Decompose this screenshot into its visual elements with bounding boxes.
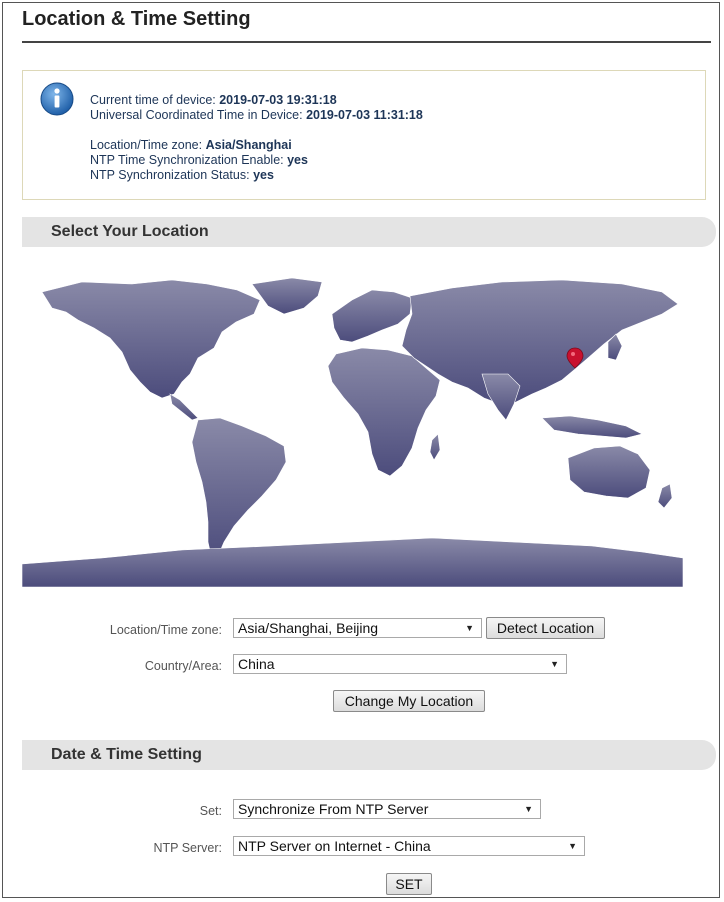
current-time-value: 2019-07-03 19:31:18 [219, 93, 337, 107]
indonesia [541, 415, 643, 439]
title-divider [22, 41, 711, 43]
chevron-down-icon: ▼ [568, 841, 577, 851]
timezone-select-value: Asia/Shanghai, Beijing [238, 620, 379, 636]
datetime-section-header: Date & Time Setting [22, 740, 716, 770]
chevron-down-icon: ▼ [550, 659, 559, 669]
utc-time-value: 2019-07-03 11:31:18 [306, 108, 423, 122]
antarctica [22, 537, 683, 587]
set-mode-select[interactable]: Synchronize From NTP Server ▼ [233, 799, 541, 819]
madagascar [429, 433, 441, 461]
ntp-status-value: yes [253, 168, 274, 182]
south-america [191, 417, 287, 561]
new-zealand [657, 483, 673, 509]
greenland [251, 277, 323, 315]
africa [327, 347, 441, 477]
timezone-value: Asia/Shanghai [205, 138, 292, 152]
ntp-enable-label: NTP Time Synchronization Enable: [90, 153, 284, 167]
ntp-server-select[interactable]: NTP Server on Internet - China ▼ [233, 836, 585, 856]
datetime-section-title: Date & Time Setting [51, 746, 202, 763]
timezone-select-label: Location/Time zone: [109, 623, 222, 637]
north-america [41, 279, 261, 399]
ntp-server-label: NTP Server: [153, 841, 222, 855]
ntp-enable-row: NTP Time Synchronization Enable: yes [90, 153, 423, 168]
ntp-status-row: NTP Synchronization Status: yes [90, 168, 423, 183]
utc-time-label: Universal Coordinated Time in Device: [90, 108, 303, 122]
country-select-value: China [238, 656, 275, 672]
central-america [169, 393, 199, 421]
location-section-title: Select Your Location [51, 223, 209, 240]
timezone-row: Location/Time zone: Asia/Shanghai [90, 138, 423, 153]
location-section-header: Select Your Location [22, 217, 716, 247]
status-info-box: Current time of device: 2019-07-03 19:31… [22, 70, 706, 200]
set-button[interactable]: SET [386, 873, 432, 895]
utc-time-row: Universal Coordinated Time in Device: 20… [90, 108, 423, 123]
ntp-enable-value: yes [287, 153, 308, 167]
country-select[interactable]: China ▼ [233, 654, 567, 674]
current-time-row: Current time of device: 2019-07-03 19:31… [90, 93, 423, 108]
country-select-label: Country/Area: [144, 659, 222, 673]
chevron-down-icon: ▼ [524, 804, 533, 814]
asia [401, 279, 679, 405]
australia [567, 445, 651, 499]
detect-location-button[interactable]: Detect Location [486, 617, 605, 639]
set-mode-value: Synchronize From NTP Server [238, 801, 429, 817]
world-map[interactable] [22, 270, 683, 587]
current-time-label: Current time of device: [90, 93, 216, 107]
change-location-button[interactable]: Change My Location [333, 690, 485, 712]
timezone-label: Location/Time zone: [90, 138, 203, 152]
ntp-status-label: NTP Synchronization Status: [90, 168, 250, 182]
timezone-select[interactable]: Asia/Shanghai, Beijing ▼ [233, 618, 482, 638]
chevron-down-icon: ▼ [465, 623, 474, 633]
page-title: Location & Time Setting [22, 8, 251, 30]
set-mode-label: Set: [199, 804, 222, 818]
europe [331, 289, 413, 343]
info-icon [40, 82, 74, 116]
ntp-server-value: NTP Server on Internet - China [238, 838, 431, 854]
